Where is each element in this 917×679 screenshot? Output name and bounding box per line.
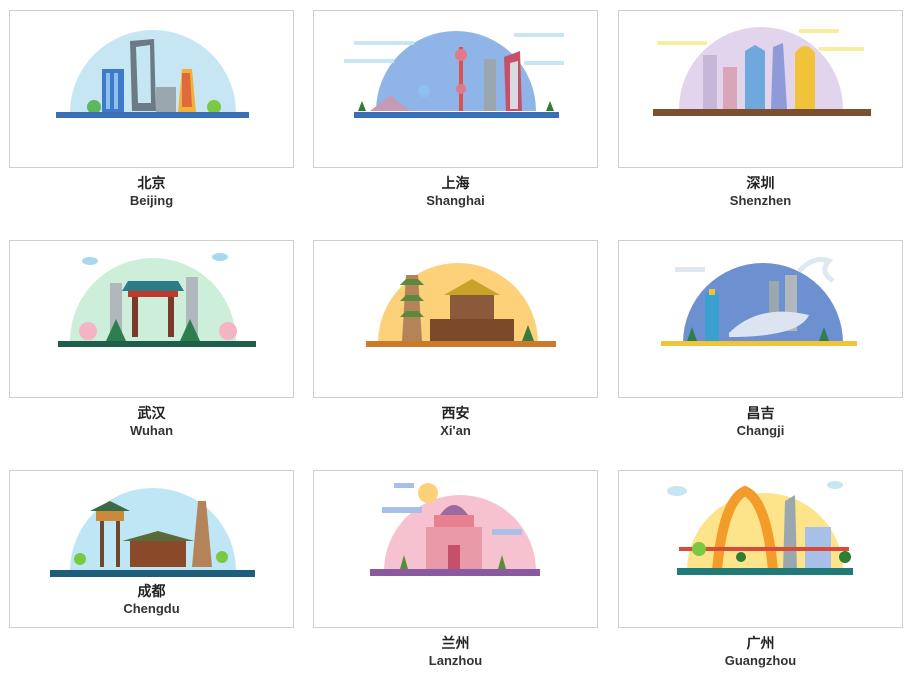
city-name-en[interactable]: Lanzhou: [313, 652, 598, 670]
city-name-cn: 兰州: [441, 635, 470, 651]
lanzhou-skyline-illustration: [370, 483, 540, 576]
city-name-en[interactable]: Shenzhen: [618, 192, 903, 210]
city-name-cn: 上海: [441, 175, 470, 191]
city-caption: 成都 Chengdu: [9, 582, 294, 618]
wuhan-skyline-illustration: [58, 253, 256, 347]
city-name-cn: 北京: [137, 175, 166, 191]
city-caption: 兰州 Lanzhou: [313, 634, 598, 670]
city-card-lanzhou[interactable]: [313, 470, 598, 628]
city-card-beijing[interactable]: [9, 10, 294, 168]
beijing-skyline-illustration: [56, 30, 249, 118]
city-name-en[interactable]: Beijing: [9, 192, 294, 210]
city-card-xian[interactable]: [313, 240, 598, 398]
changji-skyline-illustration: [661, 256, 857, 346]
city-caption: 武汉 Wuhan: [9, 404, 294, 440]
city-name-en[interactable]: Shanghai: [313, 192, 598, 210]
city-name-en[interactable]: Chengdu: [9, 600, 294, 618]
city-name-en[interactable]: Guangzhou: [618, 652, 903, 670]
city-caption: 昌吉 Changji: [618, 404, 903, 440]
city-caption: 广州 Guangzhou: [618, 634, 903, 670]
city-name-en[interactable]: Changji: [618, 422, 903, 440]
city-name-cn: 西安: [441, 405, 470, 421]
city-caption: 上海 Shanghai: [313, 174, 598, 210]
city-name-cn: 昌吉: [746, 405, 775, 421]
city-card-shanghai[interactable]: [313, 10, 598, 168]
city-name-cn: 武汉: [137, 405, 166, 421]
city-card-changji[interactable]: [618, 240, 903, 398]
city-caption: 深圳 Shenzhen: [618, 174, 903, 210]
city-card-wuhan[interactable]: [9, 240, 294, 398]
xian-skyline-illustration: [366, 263, 556, 347]
city-caption: 西安 Xi'an: [313, 404, 598, 440]
city-name-cn: 广州: [746, 635, 775, 651]
city-caption: 北京 Beijing: [9, 174, 294, 210]
city-card-guangzhou[interactable]: [618, 470, 903, 628]
city-name-en[interactable]: Xi'an: [313, 422, 598, 440]
city-name-cn: 成都: [137, 583, 166, 599]
city-name-en[interactable]: Wuhan: [9, 422, 294, 440]
shanghai-skyline-illustration: [344, 31, 564, 118]
city-name-cn: 深圳: [746, 175, 775, 191]
guangzhou-skyline-illustration: [667, 481, 853, 575]
shenzhen-skyline-illustration: [653, 27, 871, 116]
city-card-shenzhen[interactable]: [618, 10, 903, 168]
